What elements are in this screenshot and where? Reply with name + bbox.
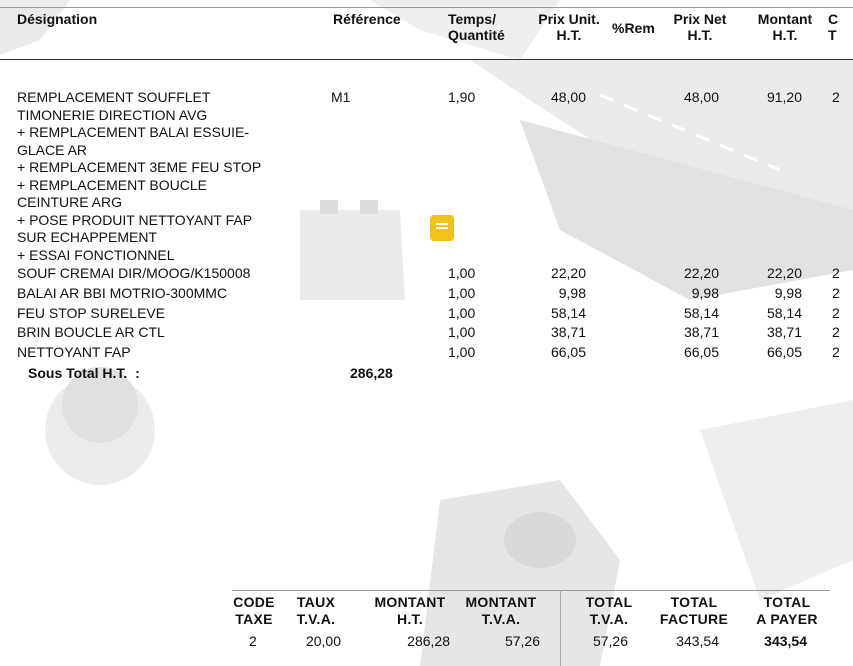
- col-header-prix-net: Prix Net H.T.: [673, 11, 727, 43]
- col-header-temps: Temps/Quantité: [448, 11, 505, 43]
- main-line-montant: 91,20: [766, 89, 802, 105]
- header-bottom-rule: [0, 59, 853, 60]
- comment-note-icon[interactable]: [430, 215, 454, 241]
- sous-total-label: Sous Total H.T. :: [28, 365, 140, 381]
- totals-top-rule: [232, 590, 830, 591]
- totals-header-montant-ht: MONTANT H.T.: [374, 594, 446, 627]
- col-header-ct: CT: [828, 11, 839, 43]
- totals-total-tva-value: 57,26: [592, 633, 628, 649]
- main-line-ct: 2: [832, 89, 840, 105]
- col-header-rem: %Rem: [612, 20, 655, 36]
- totals-header-code: CODE TAXE: [233, 594, 275, 627]
- sous-total-value: 286,28: [350, 365, 393, 381]
- main-line-prix-unit: 48,00: [550, 89, 586, 105]
- main-line-designation: REMPLACEMENT SOUFFLET TIMONERIE DIRECTIO…: [17, 89, 262, 263]
- col-header-reference: Référence: [333, 11, 401, 27]
- totals-montant-tva-value: 57,26: [504, 633, 540, 649]
- totals-header-total-facture: TOTAL FACTURE: [659, 594, 729, 627]
- main-line-temps: 1,90: [448, 89, 476, 105]
- totals-code-value: 2: [249, 633, 257, 649]
- totals-header-total-a-payer: TOTAL A PAYER: [756, 594, 818, 627]
- table-row: BALAI AR BBI MOTRIO-300MMC 1,00 9,98 9,9…: [17, 285, 840, 301]
- totals-header-total-tva: TOTAL T.V.A.: [585, 594, 633, 627]
- col-header-montant: Montant H.T.: [757, 11, 813, 43]
- totals-total-a-payer-value: 343,54: [764, 633, 807, 649]
- totals-montant-ht-value: 286,28: [407, 633, 450, 649]
- totals-total-facture-value: 343,54: [676, 633, 719, 649]
- col-header-prix-unit: Prix Unit. H.T.: [538, 11, 600, 43]
- col-header-designation: Désignation: [17, 11, 98, 27]
- table-row: FEU STOP SURELEVE 1,00 58,14 58,14 58,14…: [17, 305, 840, 321]
- header-top-rule: [0, 7, 853, 8]
- table-row: SOUF CREMAI DIR/MOOG/K150008 1,00 22,20 …: [17, 265, 840, 281]
- table-row: NETTOYANT FAP 1,00 66,05 66,05 66,05 2: [17, 344, 840, 360]
- totals-header-taux: TAUX T.V.A.: [296, 594, 336, 627]
- totals-taux-value: 20,00: [305, 633, 341, 649]
- table-row: BRIN BOUCLE AR CTL 1,00 38,71 38,71 38,7…: [17, 324, 840, 340]
- totals-header-montant-tva: MONTANT T.V.A.: [465, 594, 537, 627]
- totals-divider: [560, 590, 561, 666]
- main-line-reference: M1: [331, 89, 351, 105]
- main-line-prix-net: 48,00: [683, 89, 719, 105]
